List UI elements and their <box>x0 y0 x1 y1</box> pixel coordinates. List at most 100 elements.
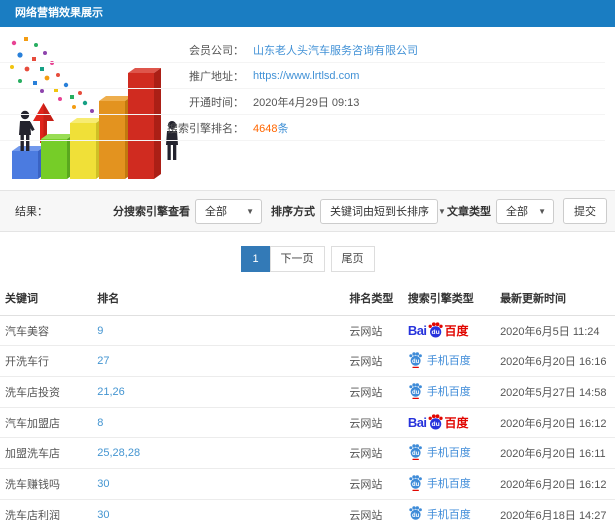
svg-text:du: du <box>412 390 420 396</box>
svg-text:du: du <box>412 359 420 365</box>
table-row: 加盟洗车店 25,28,28 云网站 du 手机百度 2020年6月20日 16:11 <box>0 437 615 469</box>
chevron-down-icon: ▼ <box>246 206 254 216</box>
info-row-company: 会员公司： 山东老人头汽车服务咨询有限公司 <box>0 37 605 63</box>
sort-select[interactable]: 关键词由短到长排序 ▼ <box>320 198 446 224</box>
member-info-panel: 会员公司： 山东老人头汽车服务咨询有限公司 推广地址： https://www.… <box>0 37 605 141</box>
submit-button[interactable]: 提交 <box>563 198 607 224</box>
engine-view-select[interactable]: 全部 ▼ <box>195 198 262 224</box>
table-row: 洗车店投资 21,26 云网站 du 手机百度 2020年5月27日 14:58 <box>0 376 615 408</box>
baidu-paw-icon: du <box>428 322 443 338</box>
rank-type-cell: 云网站 <box>344 437 403 469</box>
rank-type-cell: 云网站 <box>344 315 403 346</box>
col-engine-type: 搜索引擎类型 <box>402 281 496 316</box>
table-row: 洗车店利润 30 云网站 du 手机百度 2020年6月18日 14:27 <box>0 499 615 520</box>
svg-text:du: du <box>412 482 420 488</box>
engine-type-cell: du 手机百度 <box>402 345 496 377</box>
updated-cell: 2020年6月20日 16:11 <box>495 437 615 469</box>
rank-cell[interactable]: 27 <box>92 345 345 377</box>
engine-type-cell: du 手机百度 <box>402 376 496 408</box>
result-label: 结果： <box>15 206 48 218</box>
last-page-button[interactable]: 尾页 <box>330 246 375 272</box>
rank-cell[interactable]: 30 <box>92 499 345 520</box>
pagination: 1 下一页 尾页 <box>0 246 615 272</box>
mobile-baidu-icon: du 手机百度 <box>408 351 471 368</box>
article-type-select[interactable]: 全部 ▼ <box>496 198 554 224</box>
next-page-button[interactable]: 下一页 <box>269 246 325 272</box>
company-label: 会员公司： <box>189 44 244 57</box>
col-rank-type: 排名类型 <box>344 281 403 316</box>
table-header-row: 关键词 排名 排名类型 搜索引擎类型 最新更新时间 <box>0 281 615 316</box>
baidu-paw-icon: du <box>409 352 422 368</box>
baidu-paw-icon: du <box>409 475 422 491</box>
svg-text:du: du <box>412 513 420 519</box>
keyword-cell: 开洗车行 <box>0 345 93 377</box>
updated-cell: 2020年6月20日 16:12 <box>495 468 615 500</box>
svg-text:du: du <box>431 421 439 428</box>
keyword-cell: 洗车店利润 <box>0 499 93 520</box>
col-updated: 最新更新时间 <box>495 281 615 316</box>
rank-cell[interactable]: 30 <box>92 468 345 500</box>
company-link[interactable]: 山东老人头汽车服务咨询有限公司 <box>253 45 418 57</box>
info-row-rank-count: 搜索引擎排名： 4648条 <box>0 115 605 141</box>
rank-cell[interactable]: 8 <box>92 407 345 438</box>
rank-type-cell: 云网站 <box>344 376 403 408</box>
keyword-cell: 汽车美容 <box>0 315 93 346</box>
rank-cell[interactable]: 25,28,28 <box>92 437 345 469</box>
mobile-baidu-icon: du 手机百度 <box>408 443 471 460</box>
updated-cell: 2020年6月20日 16:16 <box>495 345 615 377</box>
col-rank: 排名 <box>92 281 345 316</box>
updated-cell: 2020年5月27日 14:58 <box>495 376 615 408</box>
table-body: 汽车美容 9 云网站 Bai du 百度 2020年6月5日 11:24 开洗车行 27 云网站 d… <box>0 315 615 520</box>
baidu-logo: Bai du 百度 <box>407 322 469 338</box>
mobile-baidu-icon: du 手机百度 <box>408 474 471 491</box>
rank-type-cell: 云网站 <box>344 407 403 438</box>
rank-type-cell: 云网站 <box>344 499 403 520</box>
updated-cell: 2020年6月20日 16:12 <box>495 407 615 438</box>
rank-count-unit: 条 <box>277 122 289 135</box>
results-table: 关键词 排名 排名类型 搜索引擎类型 最新更新时间 汽车美容 9 云网站 Bai du 百… <box>0 281 615 520</box>
col-keyword: 关键词 <box>0 281 93 316</box>
baidu-paw-icon: du <box>409 444 422 460</box>
info-section: 会员公司： 山东老人头汽车服务咨询有限公司 推广地址： https://www.… <box>0 27 615 190</box>
baidu-paw-icon: du <box>409 383 422 399</box>
open-time-value: 2020年4月29日 09:13 <box>253 96 360 109</box>
engine-view-label: 分搜索引擎查看 <box>113 206 190 218</box>
baidu-paw-icon: du <box>428 414 443 430</box>
promo-url-link[interactable]: https://www.lrtlsd.com <box>253 70 359 82</box>
rank-cell[interactable]: 9 <box>92 315 345 346</box>
table-row: 汽车加盟店 8 云网站 Bai du 百度 2020年6月20日 16:12 <box>0 407 615 438</box>
chevron-down-icon: ▼ <box>438 206 446 216</box>
page-header: 网络营销效果展示 <box>0 0 615 27</box>
rank-type-cell: 云网站 <box>344 345 403 377</box>
engine-type-cell: du 手机百度 <box>402 437 496 469</box>
chevron-down-icon: ▼ <box>538 206 546 216</box>
engine-type-cell: Bai du 百度 <box>402 315 496 346</box>
page-1-button[interactable]: 1 <box>240 246 271 272</box>
mobile-baidu-icon: du 手机百度 <box>408 382 471 399</box>
filter-bar: 结果： 分搜索引擎查看 全部 ▼ 排序方式 关键词由短到长排序 ▼ 文章类型 全… <box>0 190 615 232</box>
svg-text:du: du <box>431 329 439 336</box>
table-row: 开洗车行 27 云网站 du 手机百度 2020年6月20日 16:16 <box>0 345 615 377</box>
info-row-url: 推广地址： https://www.lrtlsd.com <box>0 63 605 89</box>
table-row: 汽车美容 9 云网站 Bai du 百度 2020年6月5日 11:24 <box>0 315 615 346</box>
rank-count-label: 搜索引擎排名： <box>167 122 244 135</box>
keyword-cell: 汽车加盟店 <box>0 407 93 438</box>
keyword-cell: 洗车店投资 <box>0 376 93 408</box>
engine-type-cell: Bai du 百度 <box>402 407 496 438</box>
rank-cell[interactable]: 21,26 <box>92 376 345 408</box>
promo-url-label: 推广地址： <box>189 70 244 83</box>
rank-count-value: 4648 <box>253 122 278 135</box>
baidu-paw-icon: du <box>409 506 422 520</box>
baidu-logo: Bai du 百度 <box>407 414 469 430</box>
engine-type-cell: du 手机百度 <box>402 499 496 520</box>
article-type-label: 文章类型 <box>447 206 491 218</box>
svg-text:du: du <box>412 451 420 457</box>
page-title: 网络营销效果展示 <box>15 7 103 19</box>
open-time-label: 开通时间： <box>189 96 244 109</box>
sort-label: 排序方式 <box>271 206 315 218</box>
keyword-cell: 洗车赚钱吗 <box>0 468 93 500</box>
mobile-baidu-icon: du 手机百度 <box>408 505 471 520</box>
keyword-cell: 加盟洗车店 <box>0 437 93 469</box>
updated-cell: 2020年6月18日 14:27 <box>495 499 615 520</box>
info-row-open-time: 开通时间： 2020年4月29日 09:13 <box>0 89 605 115</box>
